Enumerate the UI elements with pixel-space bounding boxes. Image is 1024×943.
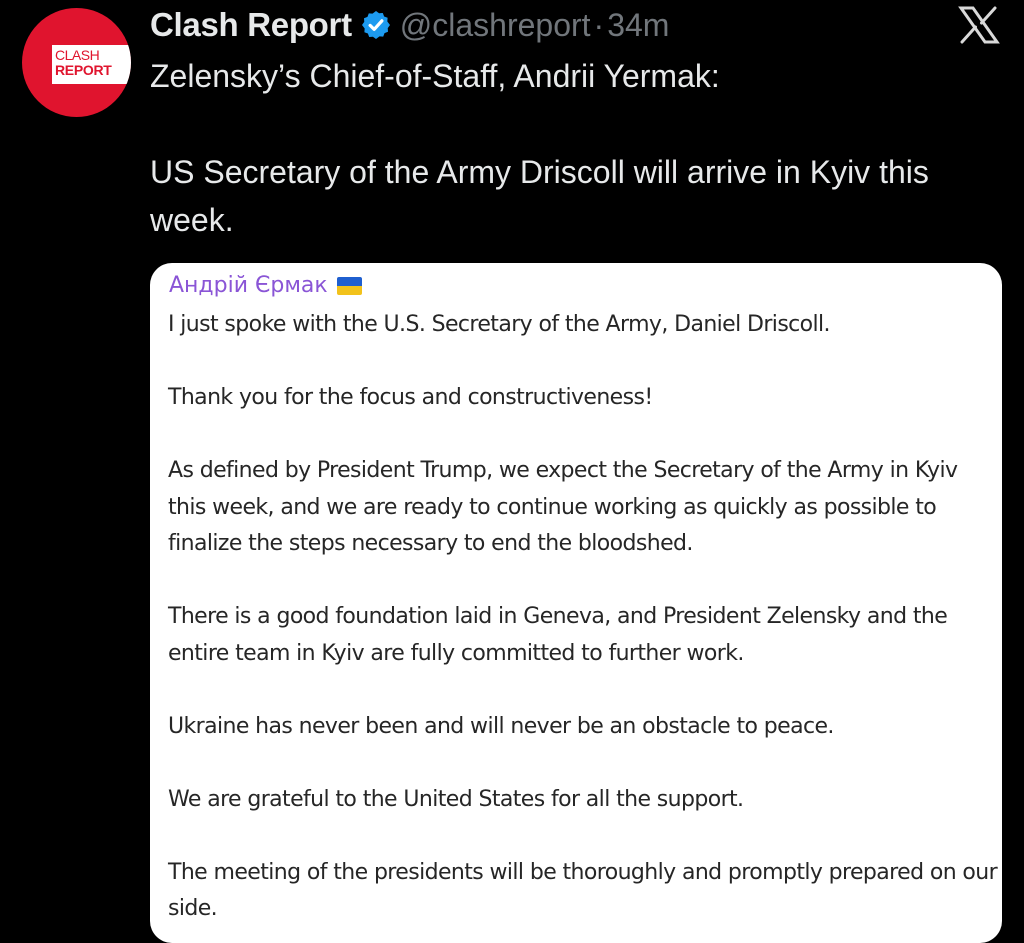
- message-paragraph: I just spoke with the U.S. Secretary of …: [168, 312, 831, 337]
- tweet-text: Zelensky’s Chief-of-Staff, Andrii Yermak…: [150, 52, 1010, 244]
- channel-name: Андрій Єрмак: [169, 273, 328, 298]
- message-paragraph: There is a good foundation laid in Genev…: [168, 604, 948, 666]
- attached-image[interactable]: Андрій Єрмак I just spoke with the U.S. …: [150, 263, 1002, 943]
- tweet-line-gap: [150, 100, 1010, 148]
- message-paragraph: As defined by President Trump, we expect…: [168, 458, 958, 556]
- channel-header: Андрій Єрмак: [169, 273, 362, 298]
- message-paragraph: The meeting of the presidents will be th…: [168, 859, 998, 922]
- tweet-line-2: US Secretary of the Army Driscoll will a…: [150, 154, 929, 238]
- tweet-header: Clash Report @clashreport · 34m: [150, 2, 669, 48]
- timestamp[interactable]: 34m: [607, 7, 669, 44]
- message-paragraph: Thank you for the focus and constructive…: [168, 385, 653, 410]
- message-paragraph: Ukraine has never been and will never be…: [168, 713, 834, 739]
- verified-badge-icon: [360, 9, 392, 41]
- display-name[interactable]: Clash Report: [150, 6, 352, 44]
- message-paragraph: We are grateful to the United States for…: [168, 786, 744, 812]
- handle[interactable]: @clashreport: [400, 7, 591, 44]
- separator-dot: ·: [593, 6, 605, 43]
- ukraine-flag-icon: [336, 276, 362, 295]
- avatar-logo-text-bottom: REPORT: [55, 62, 112, 78]
- avatar-logo-text-top: CLASH: [55, 47, 100, 63]
- avatar-logo-plate: CLASH REPORT: [52, 45, 131, 84]
- avatar[interactable]: CLASH REPORT: [22, 8, 131, 117]
- x-logo-icon[interactable]: [958, 6, 1000, 44]
- message-body: I just spoke with the U.S. Secretary of …: [168, 307, 998, 943]
- tweet-line-1: Zelensky’s Chief-of-Staff, Andrii Yermak…: [150, 58, 720, 94]
